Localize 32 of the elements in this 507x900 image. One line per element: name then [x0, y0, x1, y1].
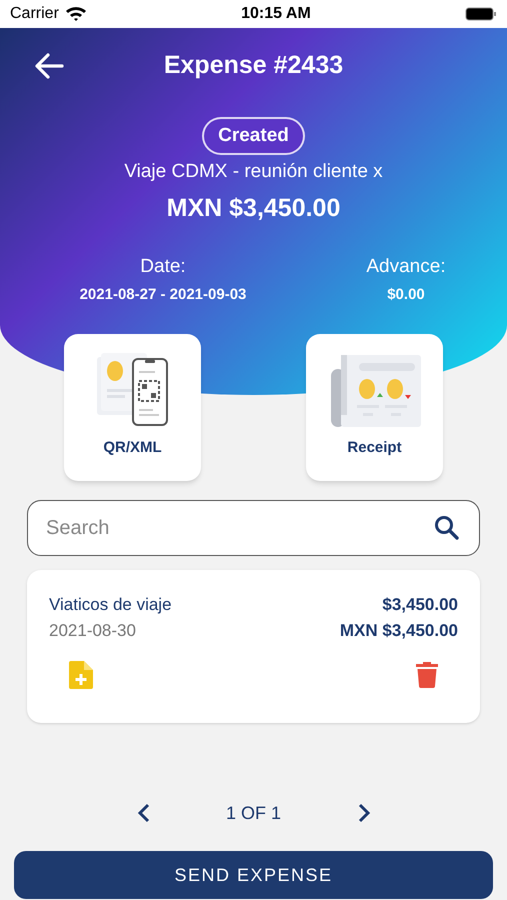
status-badge: Created: [202, 117, 305, 155]
delete-button[interactable]: [416, 661, 438, 689]
search-field[interactable]: Search: [27, 500, 480, 556]
advance-amount: $0.00: [387, 284, 425, 304]
chevron-right-icon: [356, 803, 370, 823]
wifi-icon: [64, 6, 87, 22]
expense-date: 2021-08-30: [49, 620, 137, 642]
previous-page-button[interactable]: [136, 803, 150, 823]
next-page-button[interactable]: [356, 803, 370, 823]
back-button[interactable]: [34, 52, 64, 80]
expense-amount-mxn: MXN $3,450.00: [340, 620, 458, 642]
back-arrow-icon: [34, 52, 64, 80]
advance-label: Advance:: [366, 255, 446, 279]
page-title: Expense #2433: [164, 50, 344, 81]
file-plus-icon: [69, 661, 93, 689]
status-time: 10:15 AM: [241, 4, 311, 24]
expense-name: Viaticos de viaje: [49, 594, 172, 616]
expense-card[interactable]: Viaticos de viaje 2021-08-30 $3,450.00 MXN $3,450.00: [27, 570, 480, 723]
trash-icon: [416, 662, 438, 688]
expense-description: Viaje CDMX - reunión cliente x: [124, 160, 383, 184]
upload-option-card[interactable]: QR/XML: [64, 334, 201, 481]
search-icon[interactable]: [434, 515, 460, 541]
expense-total: MXN $3,450.00: [166, 192, 340, 224]
page-indicator: 1 OF 1: [224, 802, 282, 824]
chevron-left-icon: [136, 803, 150, 823]
battery-icon: [464, 7, 497, 21]
carrier-text: Carrier: [10, 4, 59, 24]
date-range: 2021-08-27 - 2021-09-03: [80, 284, 246, 304]
upload-option-card[interactable]: Receipt: [306, 334, 443, 481]
expense-amount: $3,450.00: [382, 594, 458, 616]
send-expense-button[interactable]: SEND EXPENSE: [14, 851, 493, 899]
date-label: Date:: [140, 255, 186, 279]
